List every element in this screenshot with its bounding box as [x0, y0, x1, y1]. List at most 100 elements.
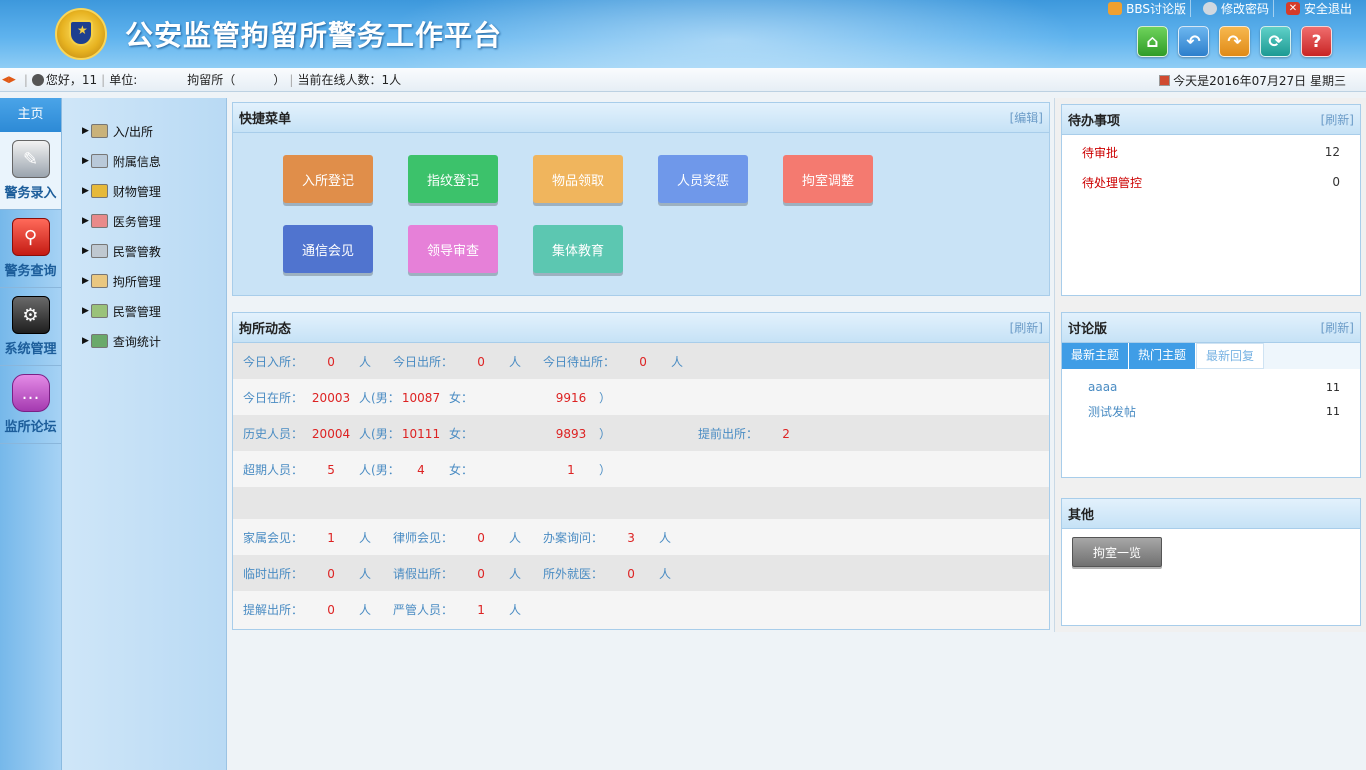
- dynamics-cell: 今日入所： 0 人: [243, 353, 371, 370]
- module-label: 警务录入: [4, 186, 57, 201]
- dynamics-value: 0: [477, 530, 485, 545]
- subnav-label: 附属信息: [112, 154, 161, 169]
- dynamics-unit: 人: [671, 354, 684, 369]
- forum-tab-2[interactable]: 最新回复: [1196, 343, 1265, 369]
- forum-post[interactable]: aaaa 11: [1062, 375, 1360, 399]
- top-link-label: BBS讨论版: [1126, 2, 1186, 16]
- quick-button-3[interactable]: 人员奖惩: [658, 155, 748, 203]
- home-icon[interactable]: ⌂: [1137, 26, 1168, 57]
- subnav-item-7[interactable]: ▶ 查询统计: [62, 326, 226, 356]
- dynamics-cell: 今日在所： 20003 人(男：: [243, 389, 400, 406]
- subnav-label: 入/出所: [112, 124, 153, 139]
- edit-link[interactable]: [编辑]: [1010, 109, 1043, 126]
- dynamics-cell: 历史人员： 20004 人(男：: [243, 425, 400, 442]
- dynamics-row: 临时出所： 0 人 请假出所： 0 人 所外就医： 0 人: [233, 555, 1049, 591]
- dynamics-row: 提解出所： 0 人 严管人员： 1 人: [233, 591, 1049, 627]
- subnav-item-3[interactable]: ▶ 医务管理: [62, 206, 226, 236]
- subnav-item-4[interactable]: ▶ 民警管教: [62, 236, 226, 266]
- dynamics-label: 办案询问：: [543, 530, 604, 545]
- forum-tab-1[interactable]: 热门主题: [1129, 343, 1197, 369]
- quick-button-5[interactable]: 通信会见: [283, 225, 373, 273]
- triangle-right-icon: ▶: [82, 306, 89, 316]
- home-tab[interactable]: 主页: [0, 98, 61, 132]
- dynamics-cell: 9893 ）: [543, 425, 611, 442]
- quick-button-6[interactable]: 领导审查: [408, 225, 498, 273]
- triangle-right-icon: ▶: [82, 186, 89, 196]
- other-header: 其他: [1062, 499, 1360, 529]
- dynamics-value: 3: [627, 530, 635, 545]
- top-link-1[interactable]: 修改密码: [1199, 0, 1274, 17]
- quick-button-0[interactable]: 入所登记: [283, 155, 373, 203]
- gear-icon: ⚙: [11, 296, 50, 334]
- dynamics-value: 0: [327, 602, 335, 617]
- todo-refresh-link[interactable]: [刷新]: [1321, 111, 1354, 128]
- forum-refresh-link[interactable]: [刷新]: [1321, 319, 1354, 336]
- dynamics-label: 提解出所：: [243, 602, 304, 617]
- dynamics-value: 5: [327, 462, 335, 477]
- dynamics-value: 1: [327, 530, 335, 545]
- dynamics-cell: 请假出所： 0 人: [393, 565, 521, 582]
- subnav-item-6[interactable]: ▶ 民警管理: [62, 296, 226, 326]
- subnav-label: 财物管理: [112, 184, 161, 199]
- dynamics-row: 家属会见： 1 人 律师会见： 0 人 办案询问： 3 人: [233, 519, 1049, 555]
- module-3[interactable]: … 监所论坛: [0, 366, 61, 444]
- coins-icon: [90, 184, 108, 198]
- triangle-right-icon: ▶: [82, 216, 89, 226]
- quick-button-1[interactable]: 指纹登记: [408, 155, 498, 203]
- subnav-item-5[interactable]: ▶ 拘所管理: [62, 266, 226, 296]
- help-icon[interactable]: ?: [1301, 26, 1332, 57]
- forum-post[interactable]: 测试发帖 11: [1062, 399, 1360, 423]
- dynamics-unit: 人: [509, 602, 522, 617]
- quick-menu-title: 快捷菜单: [239, 112, 292, 127]
- unit-label: 单位:: [109, 73, 138, 87]
- module-0[interactable]: ✎ 警务录入: [0, 132, 61, 210]
- dynamics-cell: 超期人员： 5 人(男：: [243, 461, 400, 478]
- dynamics-label: 临时出所：: [243, 566, 304, 581]
- calendar-icon: [1159, 75, 1171, 86]
- subnav-item-0[interactable]: ▶ 入/出所: [62, 116, 226, 146]
- bbs-icon: [1108, 2, 1123, 15]
- subnav-item-1[interactable]: ▶ 附属信息: [62, 146, 226, 176]
- quick-button-4[interactable]: 拘室调整: [783, 155, 873, 203]
- todo-item[interactable]: 待审批 12: [1062, 137, 1360, 167]
- subnav-item-2[interactable]: ▶ 财物管理: [62, 176, 226, 206]
- todo-item[interactable]: 待处理管控 0: [1062, 167, 1360, 197]
- top-link-label: 安全退出: [1303, 2, 1352, 16]
- todo-list: 待审批 12 待处理管控 0: [1062, 135, 1360, 197]
- refresh-icon[interactable]: ⟳: [1260, 26, 1291, 57]
- dynamics-unit: ）: [599, 390, 612, 405]
- dynamics-label: 历史人员：: [243, 426, 304, 441]
- dynamics-unit: 女：: [449, 426, 474, 441]
- triangle-right-icon: ▶: [82, 246, 89, 256]
- forward-arrow-icon[interactable]: ↷: [1219, 26, 1250, 57]
- quick-button-7[interactable]: 集体教育: [533, 225, 623, 273]
- notepad-icon: ✎: [11, 140, 50, 178]
- dynamics-refresh-link[interactable]: [刷新]: [1010, 319, 1043, 336]
- module-label: 监所论坛: [4, 420, 57, 435]
- dynamics-unit: 人: [359, 354, 372, 369]
- todo-label: 待处理管控: [1082, 175, 1143, 190]
- main-content: 快捷菜单 [编辑] 入所登记 指纹登记 物品领取 人员奖惩 拘室调整通信会见 领导审查 集体…: [227, 98, 1366, 770]
- dynamics-unit: 人: [359, 530, 372, 545]
- greeting: 您好，11: [45, 73, 98, 87]
- forum-tab-0[interactable]: 最新主题: [1062, 343, 1130, 369]
- dynamics-unit: 人: [659, 566, 672, 581]
- dynamics-row: 超期人员： 5 人(男： 4 女： 1）: [233, 451, 1049, 487]
- top-link-2[interactable]: ✕ 安全退出: [1282, 0, 1356, 17]
- dynamics-value: 0: [639, 354, 647, 369]
- dynamics-label: 今日待出所：: [543, 354, 616, 369]
- back-arrow-icon[interactable]: ↶: [1178, 26, 1209, 57]
- module-2[interactable]: ⚙ 系统管理: [0, 288, 61, 366]
- collapse-arrows-icon[interactable]: ◀▶: [2, 75, 16, 85]
- dynamics-rows: 今日入所： 0 人今日出所： 0 人今日待出所： 0 人今日在所： 20003 人(男： 1008…: [233, 343, 1049, 627]
- cell-overview-button[interactable]: 拘室一览: [1072, 537, 1162, 567]
- module-1[interactable]: ⚲ 警务查询: [0, 210, 61, 288]
- quick-menu-body: 入所登记 指纹登记 物品领取 人员奖惩 拘室调整通信会见 领导审查 集体教育: [233, 133, 1049, 295]
- police-emblem-icon: ★: [55, 8, 107, 60]
- top-link-0[interactable]: BBS讨论版: [1104, 0, 1191, 17]
- quick-button-2[interactable]: 物品领取: [533, 155, 623, 203]
- dynamics-cell: 今日待出所： 0 人: [543, 353, 683, 370]
- dynamics-value: 0: [327, 566, 335, 581]
- dynamics-value: 1: [567, 462, 575, 477]
- other-panel: 其他 拘室一览: [1061, 498, 1361, 626]
